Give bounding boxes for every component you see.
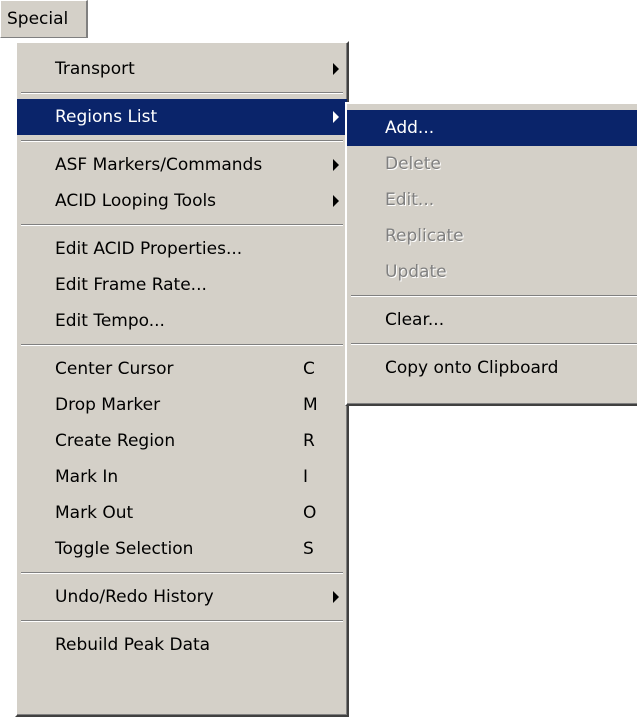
menu-item-drop-marker[interactable]: Drop Marker M: [17, 387, 347, 423]
submenu-item-copy-onto-clipboard[interactable]: Copy onto Clipboard: [347, 350, 637, 386]
menu-item-mark-in[interactable]: Mark In I: [17, 459, 347, 495]
menu-item-label: Delete: [385, 154, 441, 174]
menu-item-label: Clear...: [385, 310, 445, 330]
menu-separator: [17, 219, 347, 231]
menu-item-label: Center Cursor: [55, 359, 174, 379]
menu-item-shortcut: I: [303, 467, 309, 487]
submenu-arrow-icon: [333, 159, 339, 171]
menu-item-label: Transport: [55, 59, 135, 79]
menu-separator: [347, 290, 637, 302]
menu-item-label: Create Region: [55, 431, 176, 451]
menu-item-label: Replicate: [385, 226, 464, 246]
menu-item-shortcut: R: [303, 431, 315, 451]
menu-item-regions-list[interactable]: Regions List: [17, 99, 347, 135]
menu-item-rebuild-peak-data[interactable]: Rebuild Peak Data: [17, 627, 347, 663]
menu-item-shortcut: S: [303, 539, 314, 559]
menu-item-shortcut: C: [303, 359, 315, 379]
menu-item-label: Mark Out: [55, 503, 134, 523]
submenu-item-update: Update: [347, 254, 637, 290]
menu-item-asf-markers-commands[interactable]: ASF Markers/Commands: [17, 147, 347, 183]
menu-separator: [17, 615, 347, 627]
menu-item-label: Edit...: [385, 190, 435, 210]
menu-item-label: Add...: [385, 118, 435, 138]
menu-item-edit-acid-properties[interactable]: Edit ACID Properties...: [17, 231, 347, 267]
menu-item-label: Regions List: [55, 107, 158, 127]
menu-item-shortcut: O: [303, 503, 317, 523]
menu-item-label: ASF Markers/Commands: [55, 155, 263, 175]
menu-item-create-region[interactable]: Create Region R: [17, 423, 347, 459]
submenu-item-edit: Edit...: [347, 182, 637, 218]
submenu-item-clear[interactable]: Clear...: [347, 302, 637, 338]
menu-item-label: Undo/Redo History: [55, 587, 214, 607]
submenu-arrow-icon: [333, 591, 339, 603]
menu-item-label: Edit Frame Rate...: [55, 275, 207, 295]
menu-item-label: Rebuild Peak Data: [55, 635, 211, 655]
submenu-arrow-icon: [333, 195, 339, 207]
menu-separator: [347, 338, 637, 350]
submenu-arrow-icon: [333, 63, 339, 75]
menu-item-shortcut: M: [303, 395, 318, 415]
menu-item-edit-frame-rate[interactable]: Edit Frame Rate...: [17, 267, 347, 303]
menu-special-label: Special: [7, 9, 69, 29]
menu-item-toggle-selection[interactable]: Toggle Selection S: [17, 531, 347, 567]
menu-separator: [17, 87, 347, 99]
menu-item-center-cursor[interactable]: Center Cursor C: [17, 351, 347, 387]
submenu-item-add[interactable]: Add...: [347, 110, 637, 146]
special-menu: Transport Regions List ASF Markers/Comma…: [15, 41, 349, 717]
menu-item-label: Update: [385, 262, 447, 282]
menu-item-label: Edit ACID Properties...: [55, 239, 243, 259]
menu-item-label: Copy onto Clipboard: [385, 358, 559, 378]
menu-separator: [17, 135, 347, 147]
submenu-item-replicate: Replicate: [347, 218, 637, 254]
menu-separator: [17, 339, 347, 351]
menu-item-label: Toggle Selection: [55, 539, 194, 559]
menu-item-label: Edit Tempo...: [55, 311, 165, 331]
submenu-arrow-icon: [333, 111, 339, 123]
menu-item-edit-tempo[interactable]: Edit Tempo...: [17, 303, 347, 339]
menu-item-mark-out[interactable]: Mark Out O: [17, 495, 347, 531]
menu-special[interactable]: Special: [0, 0, 88, 38]
menu-item-label: ACID Looping Tools: [55, 191, 217, 211]
regions-list-submenu: Add... Delete Edit... Replicate Update C…: [345, 102, 637, 406]
menu-item-transport[interactable]: Transport: [17, 51, 347, 87]
menu-item-undo-redo-history[interactable]: Undo/Redo History: [17, 579, 347, 615]
menu-separator: [17, 567, 347, 579]
submenu-item-delete: Delete: [347, 146, 637, 182]
menu-item-acid-looping-tools[interactable]: ACID Looping Tools: [17, 183, 347, 219]
menu-item-label: Mark In: [55, 467, 119, 487]
menu-item-label: Drop Marker: [55, 395, 161, 415]
